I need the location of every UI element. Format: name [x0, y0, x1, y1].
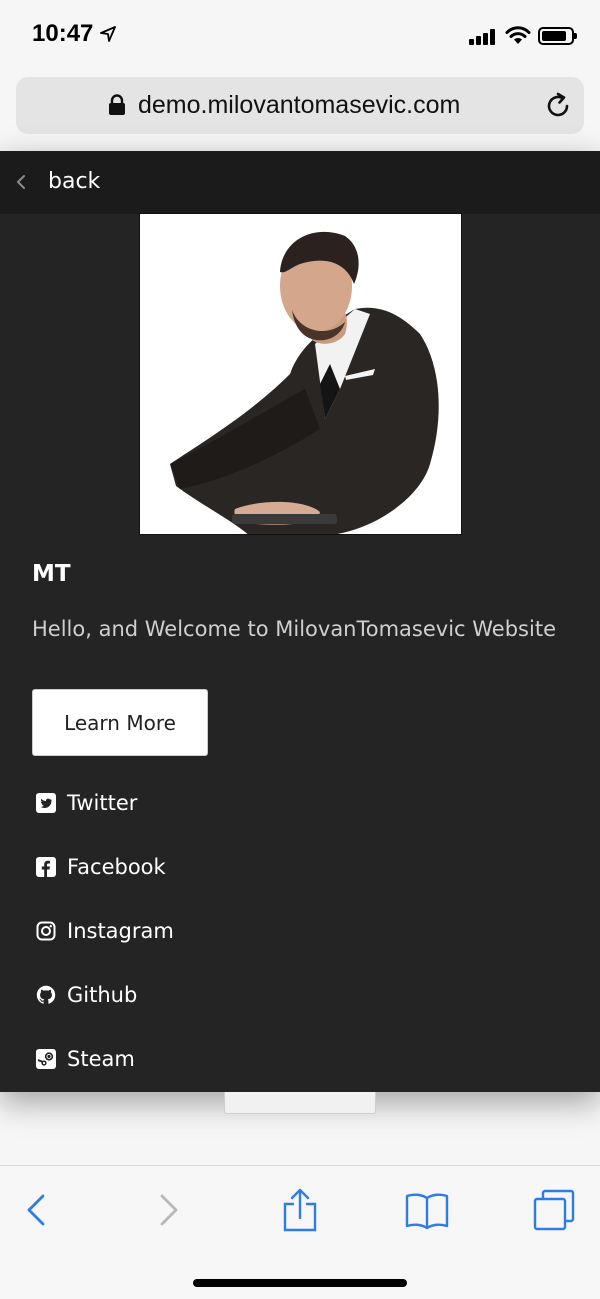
hidden-page-button: [224, 1092, 376, 1114]
twitter-icon: [36, 793, 56, 813]
social-link-instagram[interactable]: Instagram: [36, 919, 174, 943]
back-link[interactable]: back: [48, 169, 100, 194]
battery-icon: [538, 27, 577, 45]
steam-icon: [36, 1049, 56, 1069]
cellular-signal-icon: [469, 29, 497, 45]
social-label: Instagram: [67, 919, 174, 943]
social-link-github[interactable]: Github: [36, 983, 137, 1007]
learn-more-button[interactable]: Learn More: [32, 689, 208, 756]
status-bar: 10:47: [0, 0, 600, 72]
chevron-left-icon[interactable]: [14, 171, 28, 193]
home-indicator: [193, 1279, 407, 1287]
share-icon[interactable]: [282, 1188, 318, 1232]
browser-toolbar: [0, 1165, 600, 1299]
social-label: Github: [67, 983, 138, 1007]
site-tagline: Hello, and Welcome to MilovanTomasevic W…: [32, 617, 556, 641]
social-link-facebook[interactable]: Facebook: [36, 855, 166, 879]
reload-icon[interactable]: [544, 92, 572, 120]
social-link-steam[interactable]: Steam: [36, 1047, 135, 1071]
browser-back-icon[interactable]: [24, 1188, 48, 1232]
wifi-icon: [505, 26, 531, 44]
profile-photo: [139, 213, 462, 535]
facebook-icon: [36, 857, 56, 877]
social-label: Twitter: [67, 791, 138, 815]
back-navigation[interactable]: back: [0, 151, 600, 214]
site-title: MT: [32, 561, 71, 587]
lock-icon: [109, 94, 125, 115]
social-label: Facebook: [67, 855, 166, 879]
tabs-icon[interactable]: [532, 1188, 576, 1232]
location-arrow-icon: [100, 26, 116, 42]
social-label: Steam: [67, 1047, 135, 1071]
page-content: back MT Hello, and Welcome to MilovanTom…: [0, 151, 600, 1092]
social-link-twitter[interactable]: Twitter: [36, 791, 137, 815]
status-time: 10:47: [32, 20, 94, 47]
instagram-icon: [36, 921, 56, 941]
url-text: demo.milovantomasevic.com: [138, 91, 461, 119]
browser-forward-icon[interactable]: [157, 1188, 181, 1232]
bookmarks-icon[interactable]: [405, 1188, 449, 1232]
address-bar[interactable]: demo.milovantomasevic.com: [16, 77, 584, 134]
github-icon: [36, 985, 56, 1005]
